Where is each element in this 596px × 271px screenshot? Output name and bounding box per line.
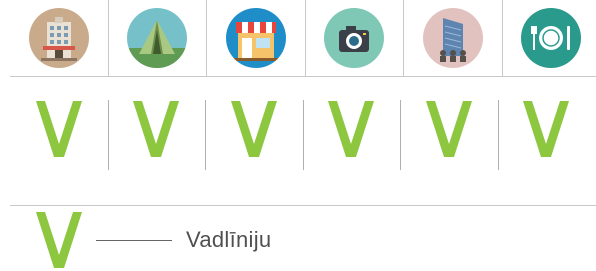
icon-cell-office [403, 0, 502, 76]
camera-icon [324, 8, 385, 68]
check-mark-v [126, 94, 186, 164]
check-cell [302, 78, 401, 180]
check-mark-v [516, 94, 576, 164]
check-mark-v [321, 94, 381, 164]
check-cell [107, 78, 206, 180]
icon-cell-shop [206, 0, 305, 76]
shop-storefront-icon [225, 8, 286, 68]
legend-label: Vadlīniju [186, 227, 272, 252]
check-cell [497, 78, 596, 180]
legend-separator [10, 205, 596, 206]
icon-cell-hotel [10, 0, 108, 76]
icon-cell-restaurant [501, 0, 596, 76]
check-cell [10, 78, 108, 180]
legend-connector-line [96, 239, 172, 241]
check-mark-row [10, 78, 596, 180]
check-mark-v [224, 94, 284, 164]
restaurant-plate-cutlery-icon [521, 8, 582, 68]
icon-cell-camping [107, 0, 207, 76]
office-tower-people-icon [422, 8, 483, 68]
check-cell [205, 78, 303, 180]
hotel-building-icon [28, 8, 89, 68]
legend-check-mark-v [36, 212, 82, 268]
camping-tent-icon [127, 8, 188, 68]
icon-header-row [10, 0, 596, 77]
icon-cell-camera [304, 0, 404, 76]
check-mark-v [29, 94, 89, 164]
check-cell [400, 78, 498, 180]
check-mark-v [419, 94, 479, 164]
legend: Vadlīniju [36, 212, 271, 268]
